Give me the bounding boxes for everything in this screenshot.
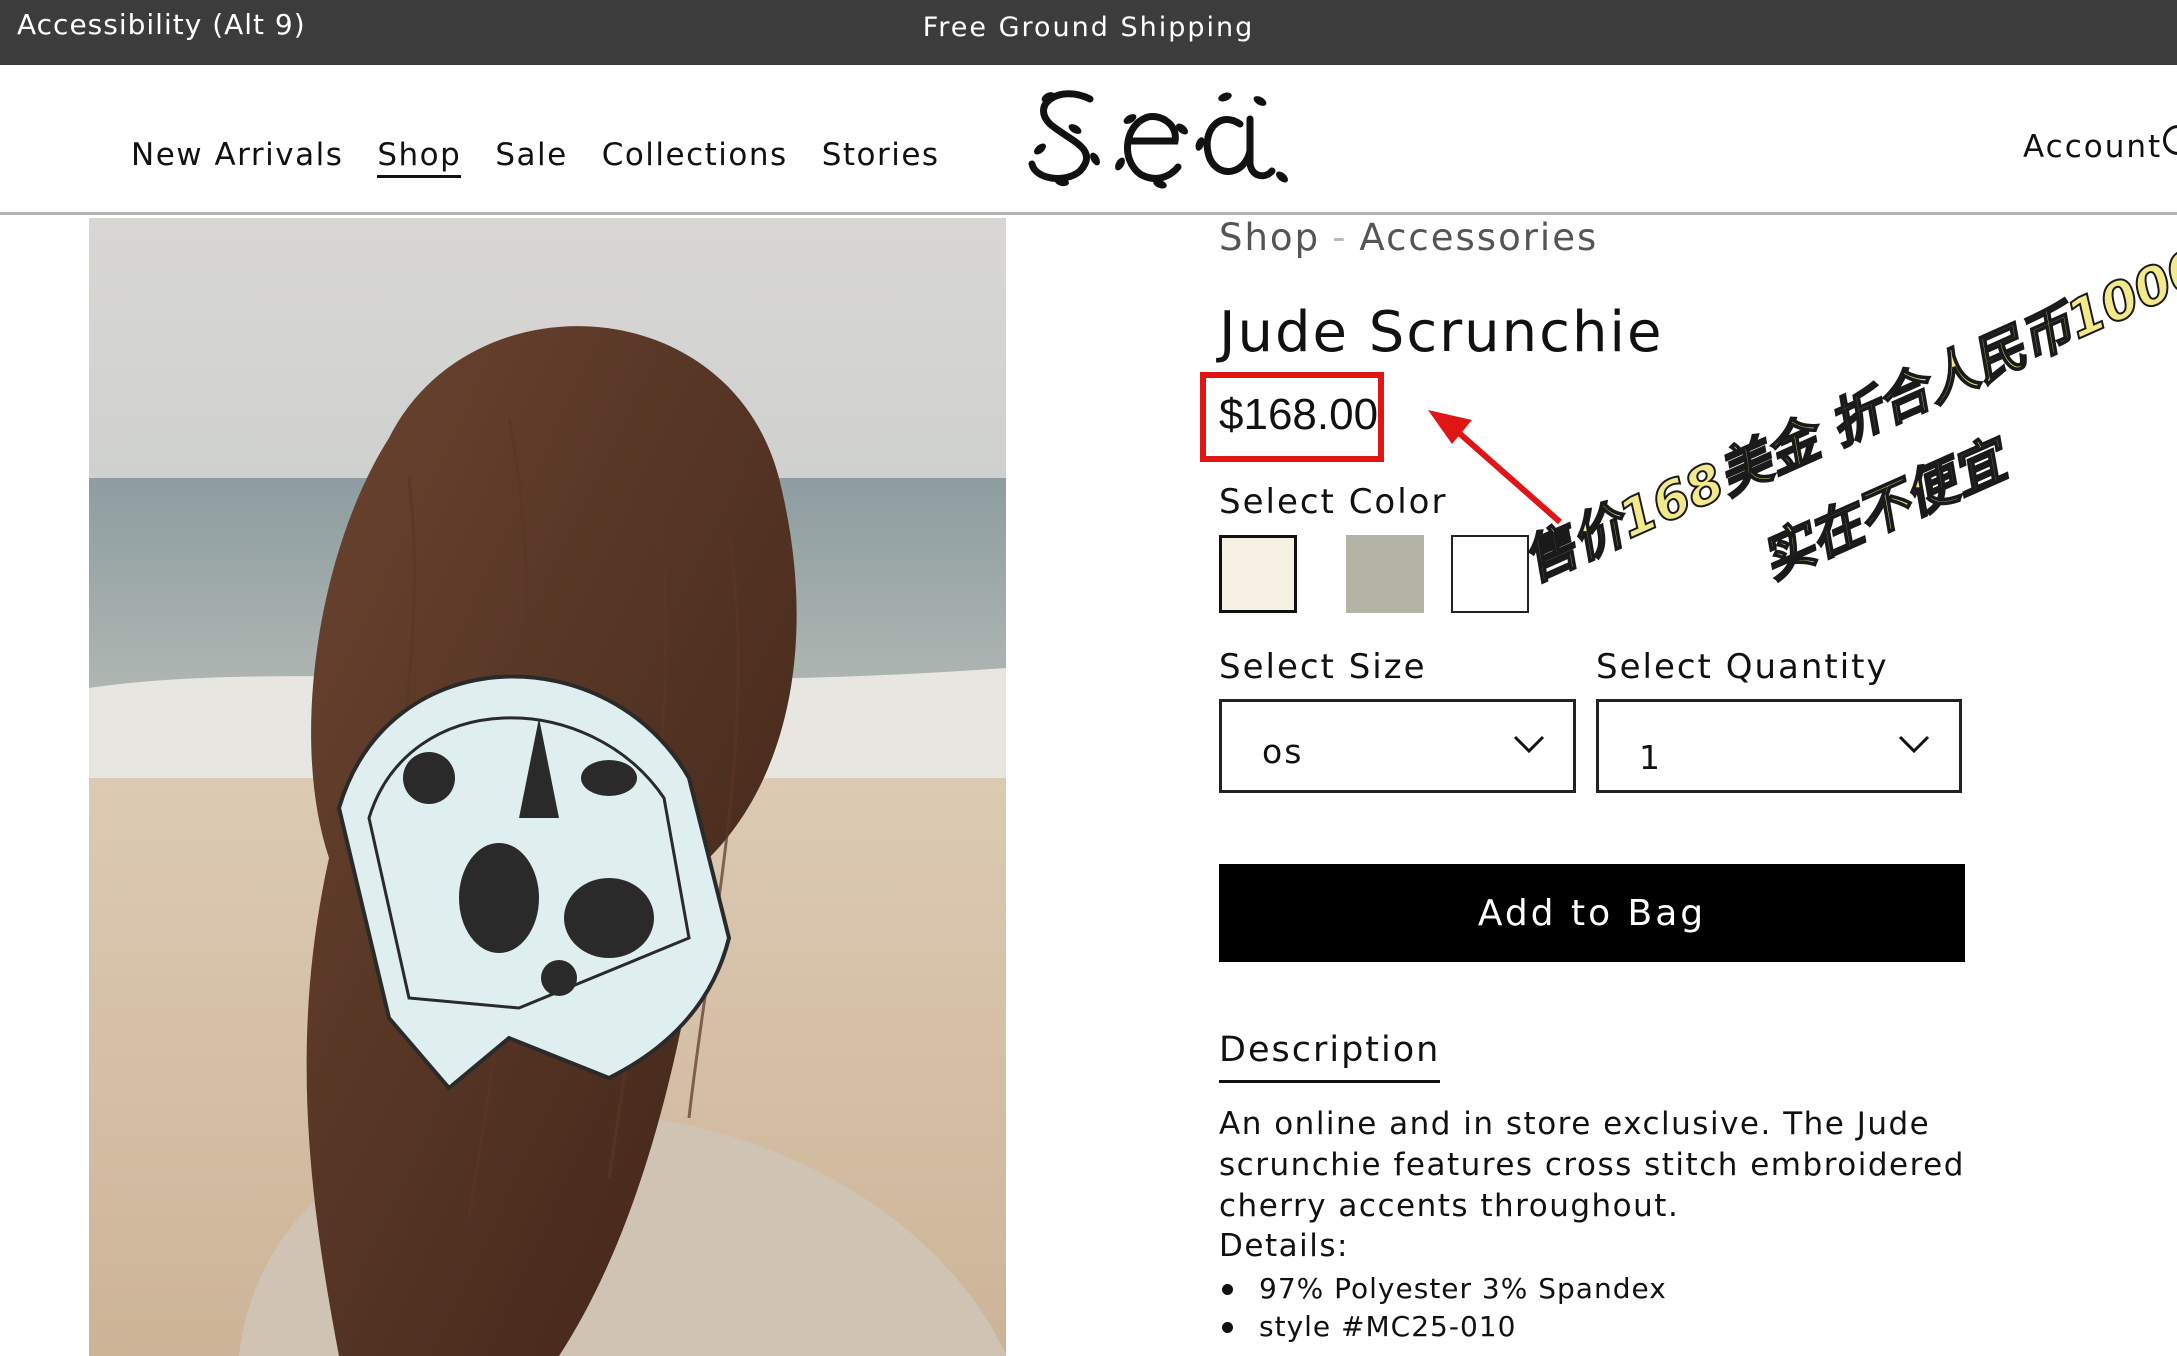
product-photo [89, 218, 1006, 1356]
nav-item-stories[interactable]: Stories [822, 137, 940, 178]
details-list: 97% Polyester 3% Spandex style #MC25-010 [1219, 1270, 1667, 1346]
size-value: os [1262, 732, 1304, 771]
list-item: 97% Polyester 3% Spandex [1219, 1270, 1667, 1308]
list-item: style #MC25-010 [1219, 1308, 1667, 1346]
nav-item-sale[interactable]: Sale [495, 137, 567, 178]
search-icon[interactable] [2163, 125, 2177, 155]
color-swatch-sage[interactable] [1346, 535, 1424, 613]
shipping-message: Free Ground Shipping [922, 12, 1255, 43]
select-color-label: Select Color [1219, 482, 1448, 522]
announcement-bar: Accessibility (Alt 9) Free Ground Shippi… [0, 0, 2177, 65]
description-text: An online and in store exclusive. The Ju… [1219, 1106, 1965, 1224]
nav-item-collections[interactable]: Collections [602, 137, 788, 178]
chevron-down-icon [1513, 735, 1545, 754]
select-size-label: Select Size [1219, 647, 1427, 687]
color-swatch-cream[interactable] [1219, 535, 1297, 613]
color-swatch-white[interactable] [1451, 535, 1529, 613]
chevron-down-icon [1898, 735, 1930, 754]
product-price: $168.00 [1219, 390, 1379, 439]
breadcrumb-shop[interactable]: Shop [1219, 216, 1320, 259]
nav-item-new-arrivals[interactable]: New Arrivals [131, 137, 343, 178]
main-nav: New Arrivals Shop Sale Collections Stori… [131, 137, 940, 178]
breadcrumb-separator: - [1332, 216, 1348, 259]
details-heading: Details: [1219, 1228, 1349, 1264]
breadcrumb-accessories[interactable]: Accessories [1359, 216, 1598, 259]
add-to-bag-button[interactable]: Add to Bag [1219, 864, 1965, 962]
quantity-value: 1 [1639, 738, 1662, 777]
sea-logo[interactable] [1020, 79, 1310, 189]
tab-description[interactable]: Description [1219, 1030, 1441, 1083]
quantity-select[interactable]: 1 [1596, 699, 1962, 793]
select-quantity-label: Select Quantity [1596, 647, 1889, 687]
account-link[interactable]: Account [2023, 129, 2162, 165]
breadcrumb: Shop - Accessories [1219, 216, 1598, 259]
site-header: New Arrivals Shop Sale Collections Stori… [0, 65, 2177, 215]
size-select[interactable]: os [1219, 699, 1576, 793]
nav-item-shop[interactable]: Shop [377, 137, 462, 178]
product-title: Jude Scrunchie [1219, 300, 1664, 365]
